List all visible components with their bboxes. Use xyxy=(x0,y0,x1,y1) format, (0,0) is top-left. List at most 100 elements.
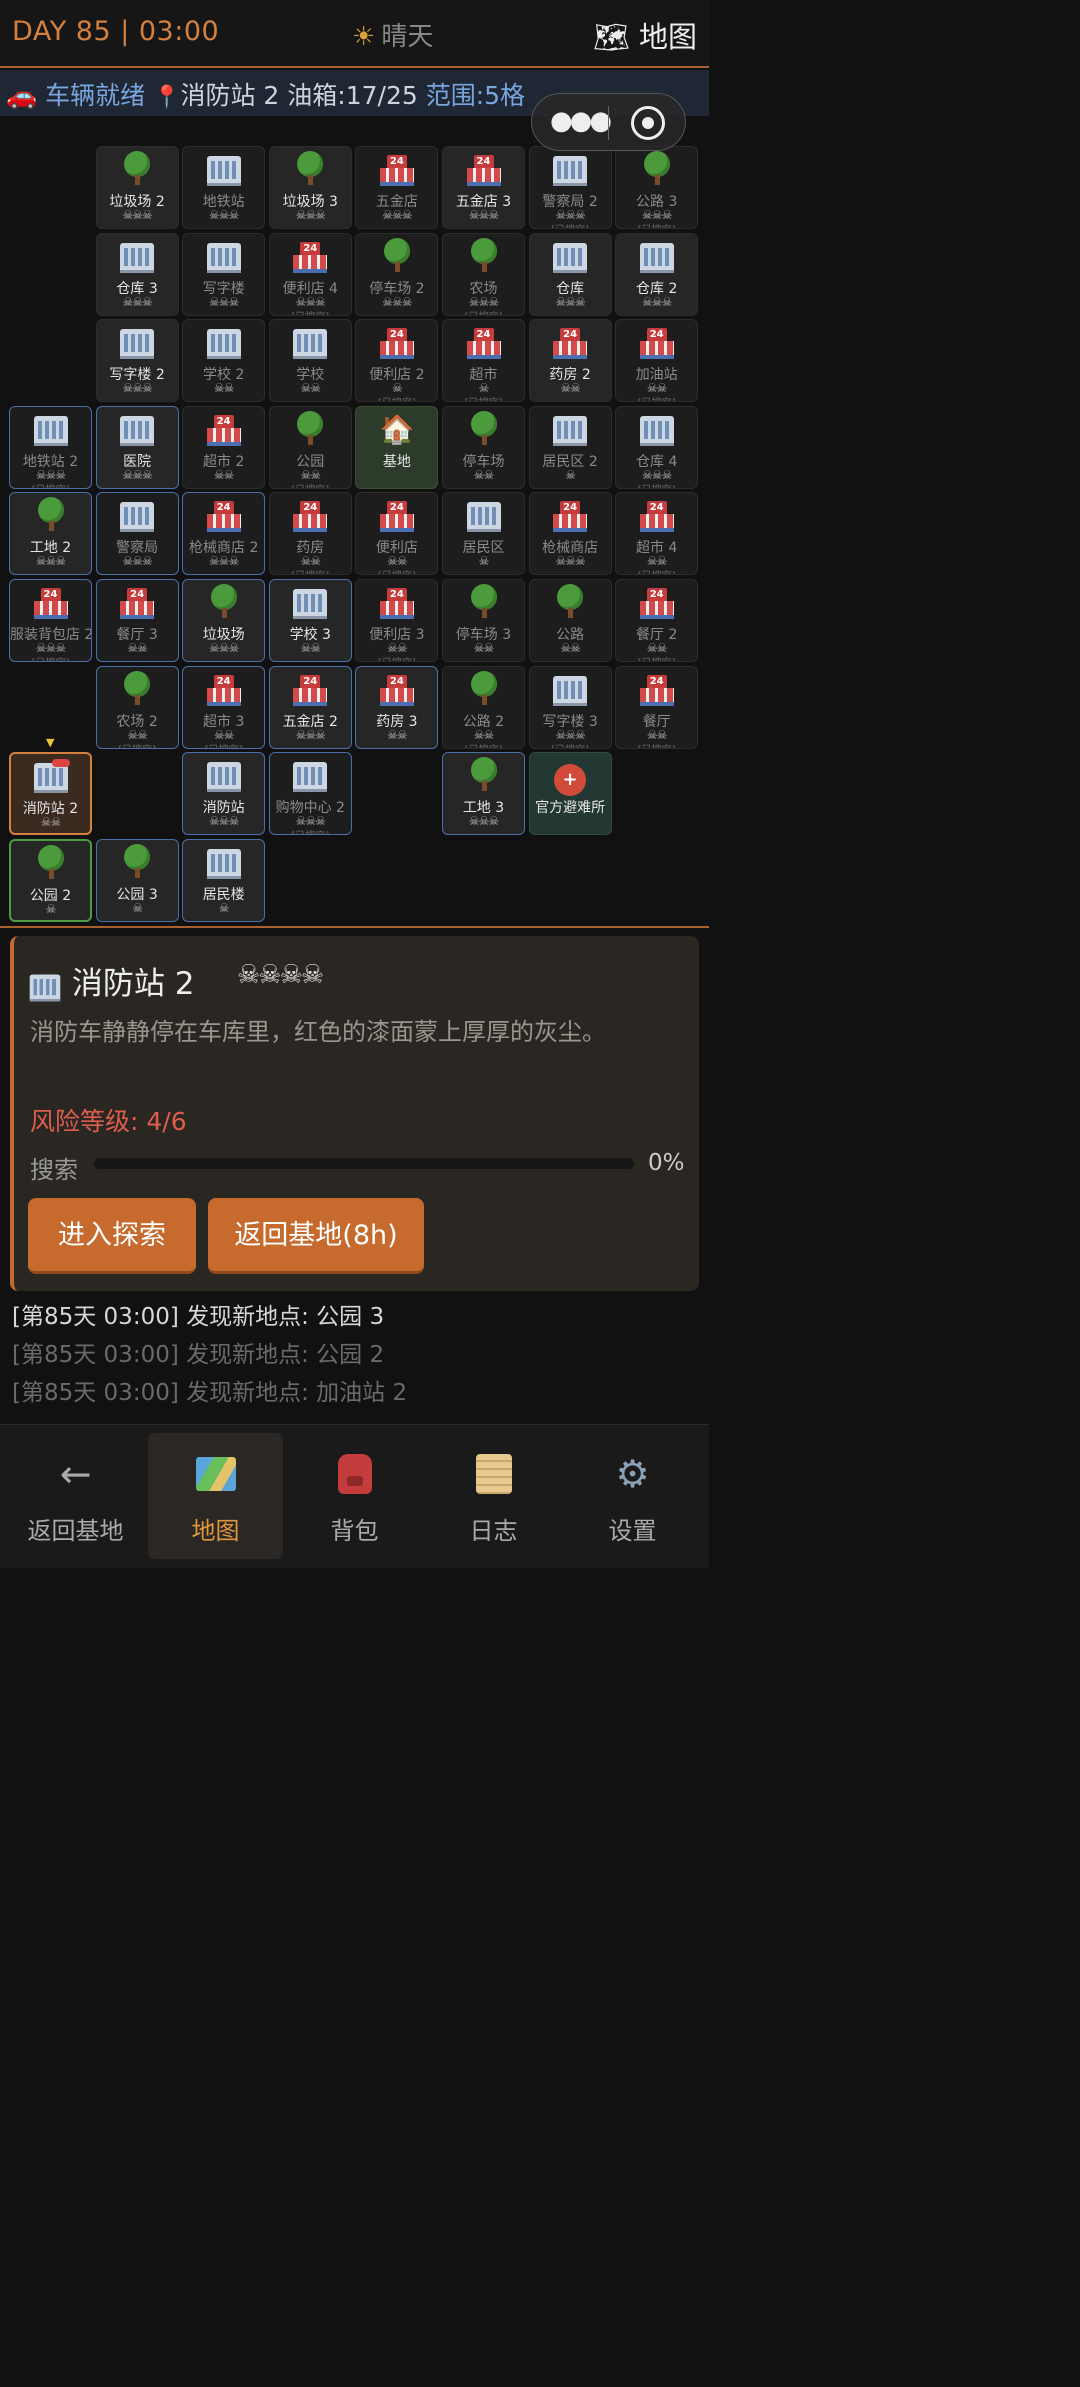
building-icon xyxy=(183,757,264,795)
map-cell[interactable]: 24 药房 3 ☠☠ xyxy=(355,665,439,749)
map-cell[interactable]: + 官方避难所 xyxy=(528,752,612,836)
map-cell[interactable]: 仓库 ☠☠☠ xyxy=(528,232,612,316)
map-cell-searched: [已搜空] xyxy=(356,394,437,401)
return-base-button[interactable]: 返回基地(8h) xyxy=(208,1198,424,1274)
map-cell[interactable]: 24药房☠☠[已搜空] xyxy=(268,492,352,576)
map-cell[interactable]: 公路 ☠☠ xyxy=(528,579,612,662)
car-icon: 🚗 xyxy=(6,81,38,110)
map-cell[interactable]: 垃圾场 2 ☠☠☠ xyxy=(95,146,179,229)
map-cell[interactable]: 写字楼 2 ☠☠☠ xyxy=(95,319,179,403)
map-cell-searched: [已搜空] xyxy=(270,308,351,315)
building-icon xyxy=(183,238,264,276)
miniprogram-capsule[interactable]: ●●● xyxy=(531,93,686,151)
map-cell[interactable]: 购物中心 2☠☠☠[已搜空] xyxy=(268,752,352,836)
map-cell[interactable]: 公路 2☠☠[已搜空] xyxy=(442,665,525,749)
map-cell-risk: ☠ xyxy=(45,901,57,916)
map-cell[interactable]: 居民区 2 ☠ xyxy=(528,405,612,489)
store-24h-icon: 24 xyxy=(270,238,351,276)
map-cell[interactable]: 农场☠☠☠[已搜空] xyxy=(442,232,525,316)
map-cell[interactable]: 垃圾场 3 ☠☠☠ xyxy=(268,146,352,229)
map-cell[interactable]: 写字楼 3☠☠☠[已搜空] xyxy=(528,665,612,749)
map-cell[interactable]: 垃圾场 ☠☠☠ xyxy=(182,579,266,662)
map-cell[interactable]: 仓库 2 ☠☠☠ xyxy=(615,232,699,316)
map-cell[interactable]: 24超市☠[已搜空] xyxy=(442,319,525,403)
map-cell[interactable]: 公园☠☠[已搜空] xyxy=(268,405,352,489)
search-percent: 0% xyxy=(648,1150,685,1176)
map-cell[interactable]: 24 枪械商店 2 ☠☠☠ xyxy=(182,492,266,576)
map-header-button[interactable]: 🗺 地图 xyxy=(593,14,697,56)
map-cell[interactable]: 消防站 ☠☠☠ xyxy=(182,752,266,836)
map-cell[interactable]: 公园 2 ☠ xyxy=(9,838,92,922)
map-cell[interactable]: 警察局 ☠☠☠ xyxy=(95,492,179,576)
rescue-helmet-icon: + xyxy=(530,757,611,797)
close-icon[interactable] xyxy=(631,106,665,140)
map-cell[interactable]: 地铁站 ☠☠☠ xyxy=(182,146,266,229)
map-cell[interactable]: 24 枪械商店 ☠☠☠ xyxy=(528,492,612,576)
map-cell[interactable]: 24餐厅 2☠☠[已搜空] xyxy=(615,579,699,662)
map-cell[interactable]: 24 超市 2 ☠☠ xyxy=(182,405,266,489)
store-24h-icon: 24 xyxy=(10,584,91,622)
map-cell[interactable]: 公园 3 ☠ xyxy=(95,838,179,922)
weather-label: 晴天 xyxy=(381,22,434,52)
map-cell[interactable]: 24 五金店 2 ☠☠☠ xyxy=(268,665,352,749)
map-cell-searched: [已搜空] xyxy=(616,567,697,574)
map-cell[interactable]: 24 五金店 ☠☠☠ xyxy=(355,146,439,229)
map-cell[interactable]: 24餐厅☠☠[已搜空] xyxy=(615,665,699,749)
map-cell[interactable]: 24便利店 4☠☠☠[已搜空] xyxy=(268,232,352,316)
map-cell-searched: [已搜空] xyxy=(616,221,697,228)
weather: ☀ 晴天 xyxy=(352,16,433,53)
map-cell[interactable]: 仓库 3 ☠☠☠ xyxy=(95,232,179,316)
map-cell[interactable]: 工地 3 ☠☠☠ xyxy=(442,752,525,836)
map-cell[interactable]: 🏠 基地 xyxy=(355,405,439,489)
map-cell-searched: [已搜空] xyxy=(10,654,91,661)
map-cell[interactable]: 24加油站☠☠[已搜空] xyxy=(615,319,699,403)
map-cell[interactable]: 24 药房 2 ☠☠ xyxy=(528,319,612,403)
log-entry: [第85天 03:00] 发现新地点: 加油站 2 xyxy=(12,1380,408,1406)
map-cell[interactable]: 写字楼 ☠☠☠ xyxy=(182,232,266,316)
more-icon[interactable]: ●●● xyxy=(550,106,612,136)
map-cell[interactable]: 24便利店 3☠☠[已搜空] xyxy=(355,579,439,662)
map-cell[interactable]: 24服装背包店 2☠☠☠[已搜空] xyxy=(9,579,92,662)
fuel-level: 油箱:17/25 xyxy=(287,81,418,110)
map-cell-searched: [已搜空] xyxy=(10,481,91,488)
enter-explore-button[interactable]: 进入探索 xyxy=(28,1198,196,1274)
map-cell[interactable]: 地铁站 2☠☠☠[已搜空] xyxy=(9,405,92,489)
map-cell[interactable]: 学校 2 ☠☠ xyxy=(182,319,266,403)
map-cell[interactable]: 停车场 2 ☠☠☠ xyxy=(355,232,439,316)
map-cell[interactable]: 公路 3☠☠☠[已搜空] xyxy=(615,146,699,229)
map-cell[interactable]: 停车场 3 ☠☠ xyxy=(442,579,525,662)
map-cell-risk: ☠☠ xyxy=(473,641,495,655)
map-cell[interactable]: 居民区 ☠ xyxy=(442,492,525,576)
map-cell[interactable]: 24超市 3☠☠[已搜空] xyxy=(182,665,266,749)
nav-return-base[interactable]: ← 返回基地 xyxy=(8,1433,143,1559)
map-cell[interactable]: 医院 ☠☠☠ xyxy=(95,405,179,489)
map-label: 地图 xyxy=(638,20,697,54)
map-cell[interactable]: 消防站 2 ☠☠ xyxy=(9,752,92,836)
map-cell[interactable]: 警察局 2☠☠☠[已搜空] xyxy=(528,146,612,229)
map-cell[interactable]: 停车场 ☠☠ xyxy=(442,405,525,489)
map-cell[interactable]: 24超市 4☠☠[已搜空] xyxy=(615,492,699,576)
log-entry: [第85天 03:00] 发现新地点: 公园 3 xyxy=(12,1304,385,1330)
map-cell[interactable]: 学校 ☠☠ xyxy=(268,319,352,403)
map-cell-risk: ☠☠ xyxy=(127,641,148,655)
nav-settings[interactable]: ⚙ 设置 xyxy=(565,1433,700,1559)
nav-log[interactable]: 日志 xyxy=(426,1433,561,1559)
map-cell-risk: ☠ xyxy=(478,554,490,569)
map-cell[interactable]: 24便利店 2☠[已搜空] xyxy=(355,319,439,403)
nav-map[interactable]: 地图 xyxy=(148,1433,283,1559)
map-cell[interactable]: 工地 2 ☠☠☠ xyxy=(9,492,92,576)
map-cell-risk: ☠☠ xyxy=(646,641,668,655)
map-cell-risk: ☠☠☠ xyxy=(555,727,585,742)
map-cell-risk: ☠ xyxy=(218,900,230,915)
building-icon xyxy=(183,844,264,882)
map-cell[interactable]: 24 五金店 3 ☠☠☠ xyxy=(442,146,525,229)
map-cell-risk: ☠☠☠ xyxy=(555,294,585,309)
map-cell[interactable]: 24便利店☠☠[已搜空] xyxy=(355,492,439,576)
map-cell[interactable]: 仓库 4☠☠☠[已搜空] xyxy=(615,405,699,489)
map-cell-risk: ☠☠☠ xyxy=(468,814,499,829)
map-cell[interactable]: 学校 3 ☠☠ xyxy=(268,579,352,662)
map-cell[interactable]: 农场 2☠☠[已搜空] xyxy=(95,665,179,749)
nav-backpack[interactable]: 背包 xyxy=(287,1433,422,1559)
map-cell[interactable]: 24 餐厅 3 ☠☠ xyxy=(95,579,179,662)
map-cell[interactable]: 居民楼 ☠ xyxy=(182,838,266,922)
